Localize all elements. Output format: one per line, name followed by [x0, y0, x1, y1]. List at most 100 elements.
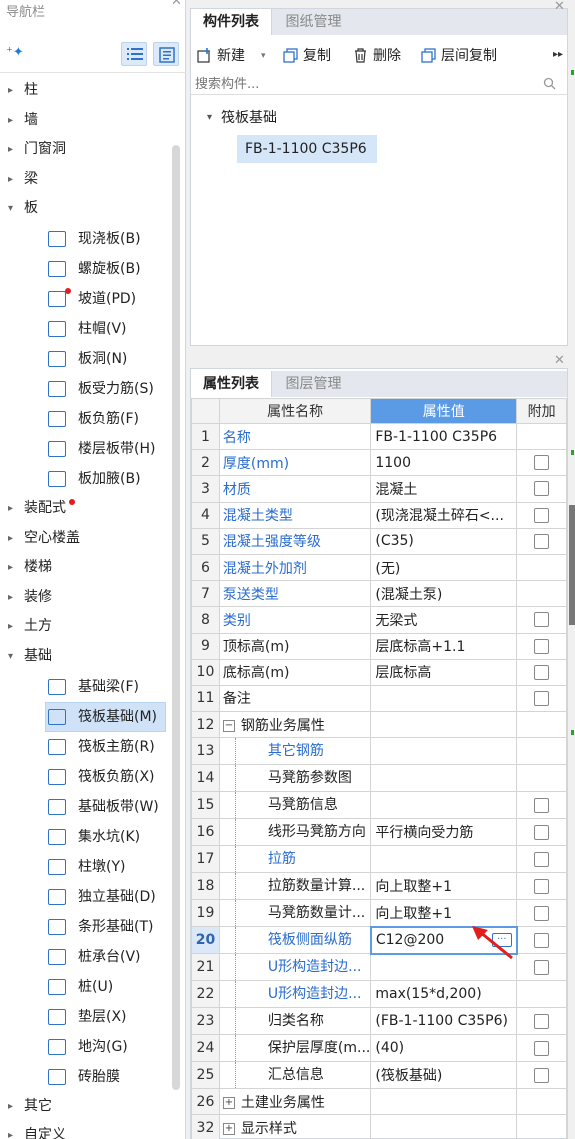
nav-category-mid-3[interactable]: ▸ 装修 — [0, 583, 172, 613]
nav-item[interactable]: 坡道(PD) — [0, 284, 172, 314]
nav-item[interactable]: 条形基础(T) — [0, 912, 172, 942]
tree-item-selected[interactable]: FB-1-1100 C35P6 — [237, 135, 377, 163]
collapsed-arrow-icon[interactable]: ▸ — [8, 612, 13, 642]
nav-category-top-3[interactable]: ▸ 梁 — [0, 165, 172, 195]
extra-checkbox[interactable] — [534, 851, 550, 867]
extra-checkbox[interactable] — [534, 878, 550, 894]
nav-item[interactable]: 现浇板(B) — [0, 224, 172, 254]
nav-item[interactable]: 螺旋板(B) — [0, 254, 172, 284]
expanded-arrow-icon[interactable]: ▾ — [8, 642, 13, 672]
nav-category-mid-1[interactable]: ▸ 空心楼盖 — [0, 524, 172, 554]
property-value-cell[interactable]: FB-1-1100 C35P6 — [370, 422, 518, 451]
nav-category-jichu[interactable]: ▾ 基础 — [0, 642, 172, 672]
nav-item[interactable]: 板洞(N) — [0, 344, 172, 374]
collapse-icon[interactable]: − — [222, 719, 235, 732]
collapsed-arrow-icon[interactable]: ▸ — [8, 135, 13, 165]
nav-category-top-2[interactable]: ▸ 门窗洞 — [0, 135, 172, 165]
extra-checkbox[interactable] — [534, 612, 550, 628]
list-view-icon[interactable] — [121, 42, 147, 66]
collapsed-arrow-icon[interactable]: ▸ — [8, 76, 13, 106]
property-value-cell[interactable] — [370, 684, 518, 713]
property-value-cell[interactable]: 层底标高+1.1 — [370, 632, 518, 660]
search-icon[interactable] — [543, 77, 556, 90]
extra-checkbox[interactable] — [534, 797, 550, 813]
extra-checkbox[interactable] — [534, 481, 550, 497]
tree-root[interactable]: ▾ 筏板基础 — [207, 107, 327, 129]
collapsed-arrow-icon[interactable]: ▸ — [8, 165, 13, 195]
nav-category-top-1[interactable]: ▸ 墙 — [0, 106, 172, 136]
table-row[interactable]: 23 归类名称 (FB-1-1100 C35P6) — [191, 1007, 567, 1036]
table-row[interactable]: 2 厚度(mm) 1100 — [191, 449, 567, 477]
nav-item[interactable]: 桩承台(V) — [0, 942, 172, 972]
property-value-cell[interactable]: 层底标高 — [370, 658, 518, 686]
floor-copy-button[interactable]: 层间复制 — [421, 46, 521, 66]
copy-button[interactable]: 复制 — [283, 46, 343, 66]
property-value-cell[interactable]: (无) — [370, 553, 518, 582]
extra-checkbox[interactable] — [534, 690, 550, 706]
panel-close-icon[interactable]: ✕ — [554, 353, 565, 368]
nav-item[interactable]: 板负筋(F) — [0, 404, 172, 434]
nav-item[interactable]: 筏板主筋(R) — [0, 732, 172, 762]
table-row[interactable]: 12− 钢筋业务属性 — [191, 711, 567, 739]
table-row[interactable]: 14 马凳筋参数图 — [191, 764, 567, 793]
property-value-cell[interactable] — [370, 711, 518, 739]
nav-item[interactable]: 柱帽(V) — [0, 314, 172, 344]
tab-drawing-management[interactable]: 图纸管理 — [271, 9, 355, 35]
table-row[interactable]: 10 底标高(m) 层底标高 — [191, 658, 567, 686]
nav-scrollbar[interactable] — [172, 145, 180, 1090]
table-row[interactable]: 16 线形马凳筋方向 平行横向受力筋 — [191, 818, 567, 847]
more-toolbar-icon[interactable]: ▸▸ — [553, 49, 563, 60]
table-row[interactable]: 9 顶标高(m) 层底标高+1.1 — [191, 632, 567, 660]
extra-checkbox[interactable] — [534, 1067, 550, 1083]
new-button[interactable]: 新建 ▾ — [197, 46, 267, 66]
table-row[interactable]: 26 + 土建业务属性 — [191, 1088, 567, 1116]
property-value-cell[interactable]: (混凝土泵) — [370, 580, 518, 608]
extra-checkbox[interactable] — [534, 533, 550, 549]
nav-item[interactable]: 楼层板带(H) — [0, 434, 172, 464]
nav-item[interactable]: 基础板带(W) — [0, 792, 172, 822]
nav-item[interactable]: 基础梁(F) — [0, 672, 172, 702]
collapsed-arrow-icon[interactable]: ▸ — [8, 553, 13, 583]
table-row[interactable]: 1 名称 FB-1-1100 C35P6 — [191, 422, 567, 451]
nav-item[interactable]: 砖胎膜 — [0, 1062, 172, 1092]
table-row[interactable]: 13 其它钢筋 — [191, 737, 567, 766]
collapsed-arrow-icon[interactable]: ▸ — [8, 524, 13, 554]
extra-checkbox[interactable] — [534, 905, 550, 921]
table-row[interactable]: 8 类别 无梁式 — [191, 606, 567, 634]
tab-property-list[interactable]: 属性列表 — [191, 371, 271, 397]
table-row[interactable]: 24 保护层厚度(m... (40) — [191, 1034, 567, 1063]
extra-checkbox[interactable] — [534, 664, 550, 680]
detail-view-icon[interactable] — [153, 42, 179, 66]
nav-item[interactable]: 筏板负筋(X) — [0, 762, 172, 792]
table-row[interactable]: 32 + 显示样式 — [191, 1114, 567, 1139]
collapse-icon[interactable]: ▾ — [207, 107, 212, 129]
extra-checkbox[interactable] — [534, 507, 550, 523]
property-value-cell[interactable]: (C35) — [370, 527, 518, 555]
tab-component-list[interactable]: 构件列表 — [191, 9, 271, 35]
property-value-cell[interactable]: (FB-1-1100 C35P6) — [370, 1007, 518, 1036]
nav-item[interactable]: 板加腋(B) — [0, 464, 172, 494]
extra-checkbox[interactable] — [534, 824, 550, 840]
property-value-cell[interactable]: (40) — [370, 1034, 518, 1063]
nav-item[interactable]: 柱墩(Y) — [0, 852, 172, 882]
collapsed-arrow-icon[interactable]: ▸ — [8, 1092, 13, 1122]
extra-checkbox[interactable] — [534, 1040, 550, 1056]
table-row[interactable]: 3 材质 混凝土 — [191, 475, 567, 503]
extra-checkbox[interactable] — [534, 1013, 550, 1029]
table-row[interactable]: 22 U形构造封边... max(15*d,200) — [191, 980, 567, 1009]
nav-category-top-0[interactable]: ▸ 柱 — [0, 76, 172, 106]
extra-checkbox[interactable] — [534, 932, 550, 948]
property-value-cell[interactable]: 向上取整+1 — [370, 872, 518, 901]
extra-checkbox[interactable] — [534, 638, 550, 654]
tab-layer-management[interactable]: 图层管理 — [271, 371, 355, 397]
extra-checkbox[interactable] — [534, 959, 550, 975]
table-row[interactable]: 25 汇总信息 (筏板基础) — [191, 1061, 567, 1090]
collapsed-arrow-icon[interactable]: ▸ — [8, 1121, 13, 1139]
property-value-cell[interactable] — [370, 791, 518, 820]
property-value-cell[interactable]: 无梁式 — [370, 606, 518, 634]
table-row[interactable]: 5 混凝土强度等级 (C35) — [191, 527, 567, 555]
nav-item[interactable]: 桩(U) — [0, 972, 172, 1002]
property-value-cell[interactable]: 1100 — [370, 449, 518, 477]
table-row[interactable]: 15 马凳筋信息 — [191, 791, 567, 820]
table-row[interactable]: 17 拉筋 — [191, 845, 567, 874]
